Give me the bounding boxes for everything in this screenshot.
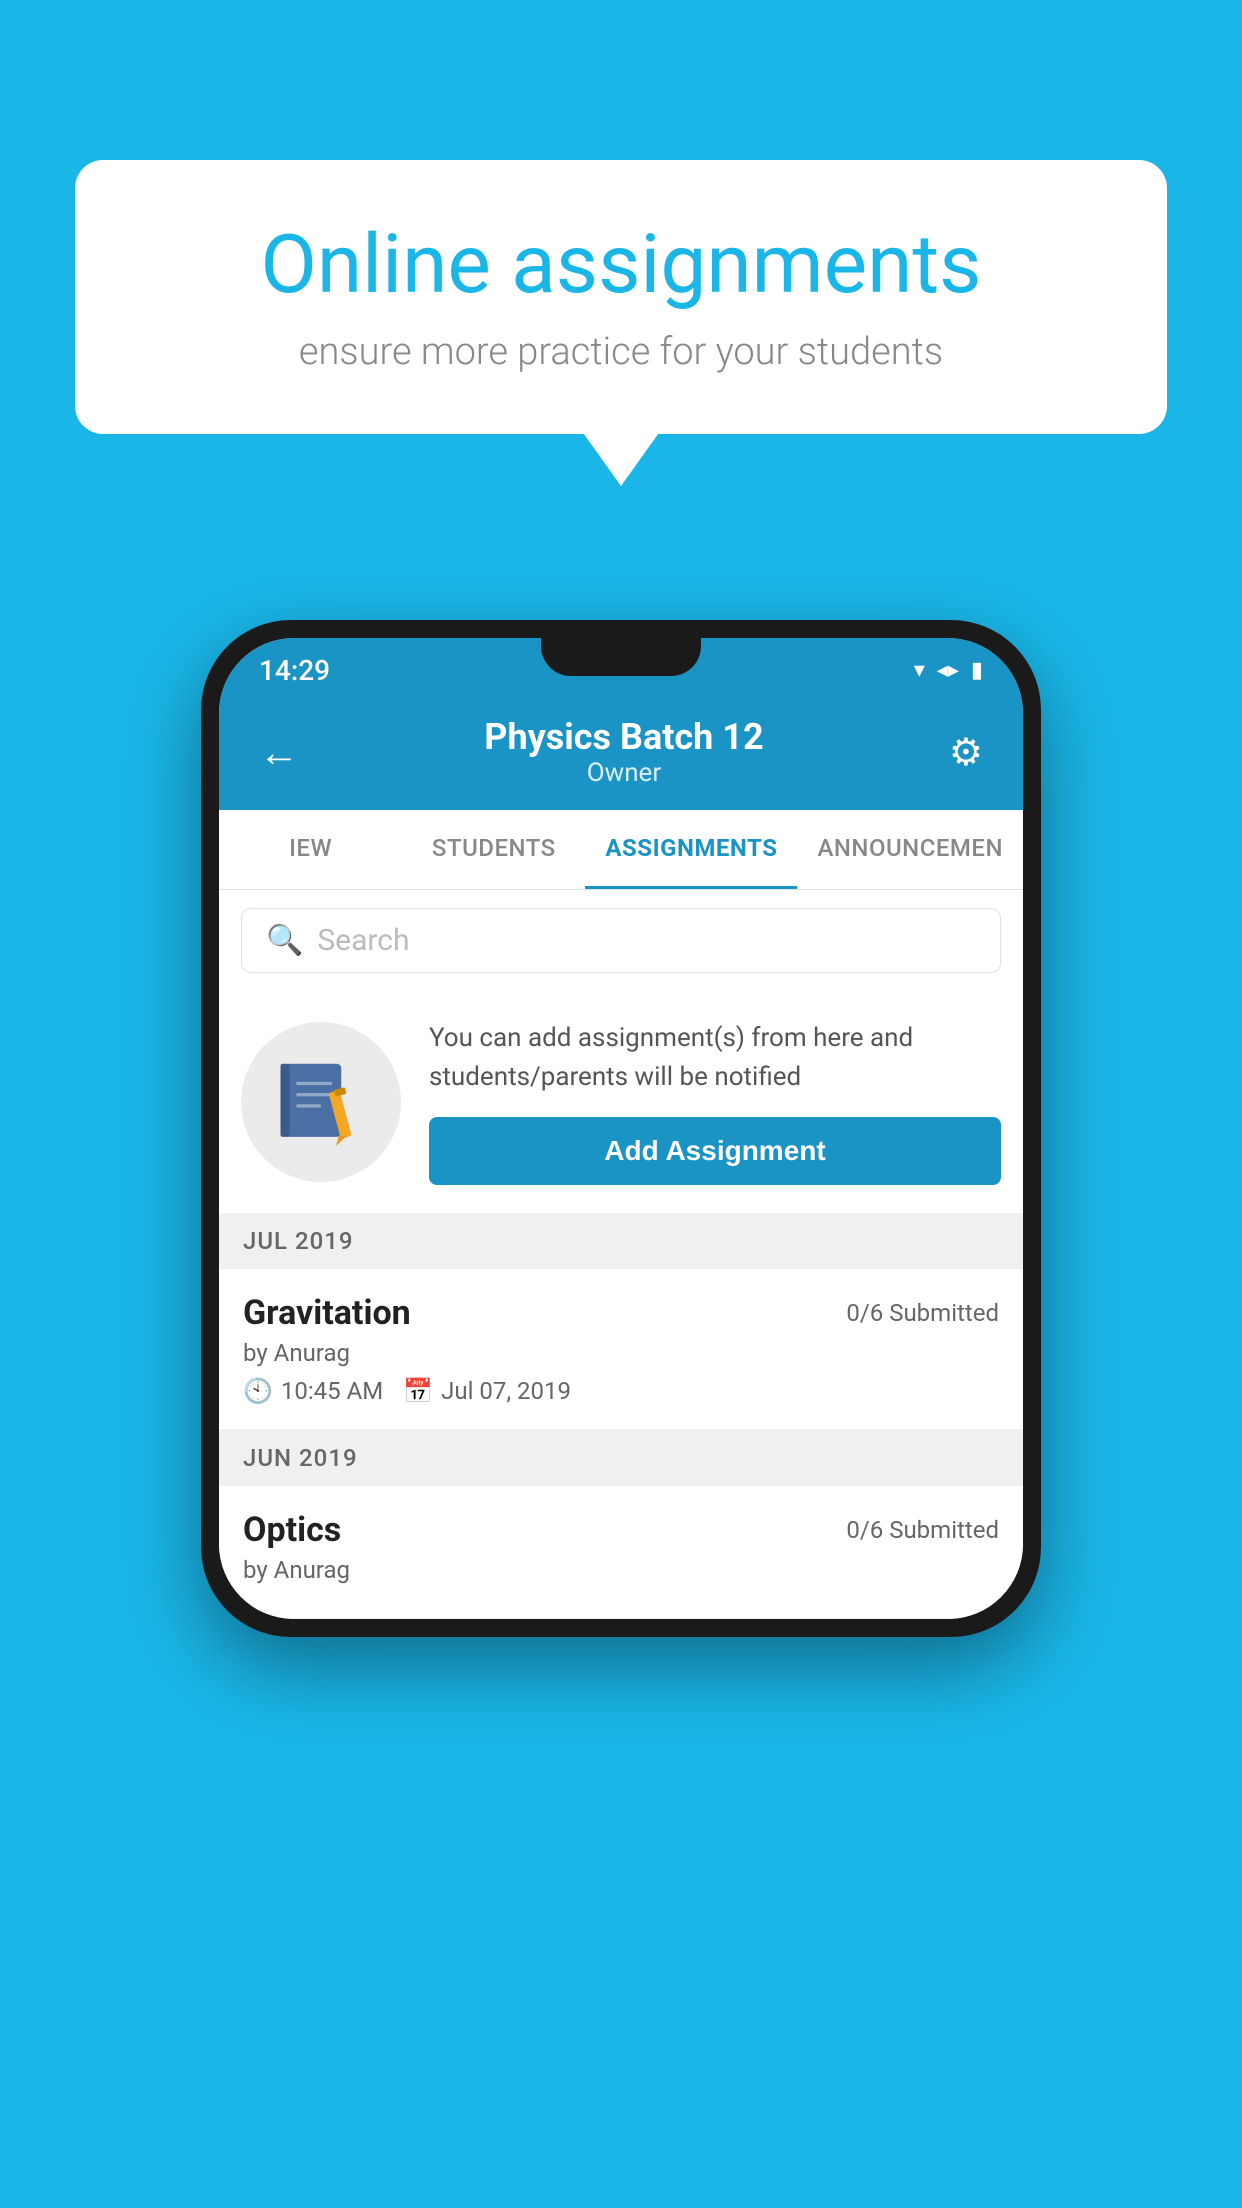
assignment-optics[interactable]: Optics 0/6 Submitted by Anurag bbox=[219, 1486, 1023, 1619]
battery-icon: ▮ bbox=[971, 658, 983, 683]
info-description: You can add assignment(s) from here and … bbox=[429, 1019, 1001, 1097]
header-title-area: Physics Batch 12 Owner bbox=[299, 716, 949, 788]
assignment-gravitation[interactable]: Gravitation 0/6 Submitted by Anurag 🕙 10… bbox=[219, 1269, 1023, 1430]
bubble-subtitle: ensure more practice for your students bbox=[145, 330, 1097, 374]
assignment-submitted: 0/6 Submitted bbox=[846, 1299, 999, 1327]
calendar-icon: 📅 bbox=[403, 1377, 433, 1405]
tab-students[interactable]: STUDENTS bbox=[402, 810, 585, 889]
clock-icon: 🕙 bbox=[243, 1377, 273, 1405]
status-time: 14:29 bbox=[259, 654, 330, 687]
tab-announcements[interactable]: ANNOUNCEMEN bbox=[797, 810, 1023, 889]
optics-row-top: Optics 0/6 Submitted bbox=[243, 1510, 999, 1550]
assignment-date: Jul 07, 2019 bbox=[441, 1377, 571, 1405]
section-jul-2019: JUL 2019 bbox=[219, 1213, 1023, 1269]
section-jun-2019: JUN 2019 bbox=[219, 1430, 1023, 1486]
header-subtitle: Owner bbox=[299, 758, 949, 788]
info-section: You can add assignment(s) from here and … bbox=[219, 991, 1023, 1213]
tab-assignments[interactable]: ASSIGNMENTS bbox=[585, 810, 797, 889]
notebook-icon-circle bbox=[241, 1022, 401, 1182]
optics-submitted: 0/6 Submitted bbox=[846, 1516, 999, 1544]
assignment-time: 10:45 AM bbox=[281, 1377, 383, 1405]
optics-name: Optics bbox=[243, 1510, 341, 1550]
wifi-icon: ▾ bbox=[914, 658, 925, 683]
search-container: 🔍 Search bbox=[219, 890, 1023, 991]
add-assignment-button[interactable]: Add Assignment bbox=[429, 1117, 1001, 1185]
speech-bubble-area: Online assignments ensure more practice … bbox=[75, 160, 1167, 434]
settings-icon[interactable]: ⚙ bbox=[949, 730, 983, 775]
search-placeholder: Search bbox=[317, 923, 409, 958]
assignment-author: by Anurag bbox=[243, 1339, 999, 1367]
meta-date: 📅 Jul 07, 2019 bbox=[403, 1377, 571, 1405]
bubble-title: Online assignments bbox=[145, 220, 1097, 310]
phone-notch bbox=[541, 638, 701, 676]
search-icon: 🔍 bbox=[266, 923, 303, 958]
header-title: Physics Batch 12 bbox=[299, 716, 949, 758]
status-icons: ▾ ◂▸ ▮ bbox=[914, 658, 983, 683]
meta-time: 🕙 10:45 AM bbox=[243, 1377, 383, 1405]
assignment-meta: 🕙 10:45 AM 📅 Jul 07, 2019 bbox=[243, 1377, 999, 1405]
phone-screen: 14:29 ▾ ◂▸ ▮ ← Physics Batch 12 Owner ⚙ … bbox=[219, 638, 1023, 1619]
info-right: You can add assignment(s) from here and … bbox=[429, 1019, 1001, 1185]
search-bar[interactable]: 🔍 Search bbox=[241, 908, 1001, 973]
tab-iew[interactable]: IEW bbox=[219, 810, 402, 889]
app-header: ← Physics Batch 12 Owner ⚙ bbox=[219, 698, 1023, 810]
back-button[interactable]: ← bbox=[259, 729, 299, 776]
phone-wrapper: 14:29 ▾ ◂▸ ▮ ← Physics Batch 12 Owner ⚙ … bbox=[201, 620, 1041, 1637]
assignment-name: Gravitation bbox=[243, 1293, 411, 1333]
tabs-bar: IEW STUDENTS ASSIGNMENTS ANNOUNCEMEN bbox=[219, 810, 1023, 890]
notebook-icon bbox=[276, 1057, 366, 1147]
signal-icon: ◂▸ bbox=[937, 658, 959, 683]
phone-outer: 14:29 ▾ ◂▸ ▮ ← Physics Batch 12 Owner ⚙ … bbox=[201, 620, 1041, 1637]
optics-author: by Anurag bbox=[243, 1556, 999, 1584]
assignment-row-top: Gravitation 0/6 Submitted bbox=[243, 1293, 999, 1333]
speech-bubble: Online assignments ensure more practice … bbox=[75, 160, 1167, 434]
